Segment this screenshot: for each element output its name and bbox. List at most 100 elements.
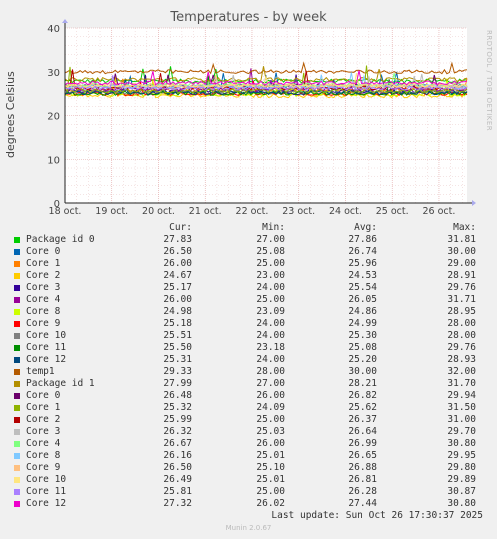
legend-max: 30.00 bbox=[447, 246, 476, 257]
legend-series-name: temp1 bbox=[26, 366, 55, 377]
legend-min: 27.00 bbox=[256, 378, 285, 389]
legend-min: 25.03 bbox=[256, 426, 285, 437]
legend-cur: 26.00 bbox=[163, 258, 192, 269]
legend-row: Core 12 27.32 26.02 27.44 30.80 bbox=[12, 498, 487, 510]
legend-series-name: Core 8 bbox=[26, 450, 61, 461]
legend-min: 27.00 bbox=[256, 234, 285, 245]
legend-avg: 30.00 bbox=[348, 366, 377, 377]
legend-min: 26.00 bbox=[256, 438, 285, 449]
legend-series-name: Core 12 bbox=[26, 354, 67, 365]
legend-avg: 25.54 bbox=[348, 282, 377, 293]
legend-row: Core 8 26.16 25.01 26.65 29.95 bbox=[12, 450, 487, 462]
legend-avg: 26.81 bbox=[348, 474, 377, 485]
legend-avg: 26.28 bbox=[348, 486, 377, 497]
legend-max: 32.00 bbox=[447, 366, 476, 377]
legend-cur: 25.32 bbox=[163, 402, 192, 413]
legend-swatch bbox=[14, 465, 20, 471]
legend-max: 28.93 bbox=[447, 354, 476, 365]
legend-min: 26.00 bbox=[256, 390, 285, 401]
legend-series-name: Core 10 bbox=[26, 474, 67, 485]
legend-cur: 24.67 bbox=[163, 270, 192, 281]
legend-row: Core 11 25.81 25.00 26.28 30.87 bbox=[12, 486, 487, 498]
legend-row: Core 10 25.51 24.00 25.30 28.00 bbox=[12, 330, 487, 342]
legend-cur: 24.98 bbox=[163, 306, 192, 317]
legend-max: 31.50 bbox=[447, 402, 476, 413]
legend-row: Core 3 25.17 24.00 25.54 29.76 bbox=[12, 282, 487, 294]
legend-min: 24.00 bbox=[256, 354, 285, 365]
x-tick-label: 23 oct. bbox=[282, 206, 315, 215]
y-tick-label: 30 bbox=[47, 68, 60, 79]
legend-cur: 26.32 bbox=[163, 426, 192, 437]
legend-row: Core 3 26.32 25.03 26.64 29.70 bbox=[12, 426, 487, 438]
legend-avg: 26.64 bbox=[348, 426, 377, 437]
legend-series-name: Core 1 bbox=[26, 258, 61, 269]
legend-cur: 26.50 bbox=[163, 462, 192, 473]
x-tick-label: 25 oct. bbox=[376, 206, 409, 215]
legend-swatch bbox=[14, 285, 20, 291]
legend-min: 25.00 bbox=[256, 414, 285, 425]
legend-avg: 24.99 bbox=[348, 318, 377, 329]
temperature-chart: 01020304018 oct. 19 oct. 20 oct. 21 oct. 22 … bbox=[47, 19, 476, 215]
legend-swatch bbox=[14, 477, 20, 483]
x-axis-arrow bbox=[472, 200, 476, 206]
legend-min: 28.00 bbox=[256, 366, 285, 377]
legend-max: 29.76 bbox=[447, 282, 476, 293]
legend-row: Core 2 24.67 23.00 24.53 28.91 bbox=[12, 270, 487, 282]
legend-swatch bbox=[14, 357, 20, 363]
legend-swatch bbox=[14, 393, 20, 399]
legend-series-name: Core 8 bbox=[26, 306, 61, 317]
x-tick-label: 26 oct. bbox=[423, 206, 456, 215]
grid bbox=[65, 27, 467, 203]
legend-cur: 25.18 bbox=[163, 318, 192, 329]
legend-series-name: Core 12 bbox=[26, 498, 67, 509]
legend-row: Core 4 26.00 25.00 26.05 31.71 bbox=[12, 294, 487, 306]
legend-row: Core 2 25.99 25.00 26.37 31.00 bbox=[12, 414, 487, 426]
legend-swatch bbox=[14, 369, 20, 375]
y-axis-arrow bbox=[62, 19, 68, 23]
legend-min: 26.02 bbox=[256, 498, 285, 509]
legend-cur: 25.31 bbox=[163, 354, 192, 365]
legend-min: 25.00 bbox=[256, 294, 285, 305]
legend-row: Core 4 26.67 26.00 26.99 30.80 bbox=[12, 438, 487, 450]
legend-max: 29.76 bbox=[447, 342, 476, 353]
legend-avg: 26.65 bbox=[348, 450, 377, 461]
legend-row: temp1 29.33 28.00 30.00 32.00 bbox=[12, 366, 487, 378]
legend-min: 23.18 bbox=[256, 342, 285, 353]
legend-series-name: Core 10 bbox=[26, 330, 67, 341]
legend-min: 24.00 bbox=[256, 318, 285, 329]
header-avg: Avg: bbox=[354, 222, 377, 233]
legend-cur: 25.50 bbox=[163, 342, 192, 353]
legend-series-name: Core 9 bbox=[26, 462, 61, 473]
legend-swatch bbox=[14, 345, 20, 351]
legend-cur: 26.50 bbox=[163, 246, 192, 257]
y-tick-label: 40 bbox=[47, 24, 60, 35]
legend-row: Core 8 24.98 23.09 24.86 28.95 bbox=[12, 306, 487, 318]
legend-max: 30.80 bbox=[447, 438, 476, 449]
legend-row: Core 11 25.50 23.18 25.08 29.76 bbox=[12, 342, 487, 354]
header-min: Min: bbox=[262, 222, 285, 233]
munin-version: Munin 2.0.67 bbox=[225, 524, 272, 532]
legend-min: 23.09 bbox=[256, 306, 285, 317]
legend-swatch bbox=[14, 297, 20, 303]
legend-cur: 27.83 bbox=[163, 234, 192, 245]
legend-avg: 25.08 bbox=[348, 342, 377, 353]
legend-row: Core 0 26.50 25.08 26.74 30.00 bbox=[12, 246, 487, 258]
legend-max: 31.70 bbox=[447, 378, 476, 389]
legend-swatch bbox=[14, 417, 20, 423]
x-tick-label: 21 oct. bbox=[189, 206, 222, 215]
x-tick-label: 20 oct. bbox=[142, 206, 175, 215]
legend-cur: 26.67 bbox=[163, 438, 192, 449]
legend-min: 23.00 bbox=[256, 270, 285, 281]
legend-series-name: Core 4 bbox=[26, 438, 61, 449]
legend-cur: 29.33 bbox=[163, 366, 192, 377]
legend-avg: 26.82 bbox=[348, 390, 377, 401]
legend-min: 25.01 bbox=[256, 474, 285, 485]
y-tick-label: 10 bbox=[47, 155, 60, 166]
legend-min: 25.00 bbox=[256, 486, 285, 497]
legend-swatch bbox=[14, 429, 20, 435]
legend-series-name: Core 0 bbox=[26, 246, 61, 257]
legend-max: 31.81 bbox=[447, 234, 476, 245]
legend-min: 25.00 bbox=[256, 258, 285, 269]
legend-max: 29.89 bbox=[447, 474, 476, 485]
legend-cur: 25.81 bbox=[163, 486, 192, 497]
